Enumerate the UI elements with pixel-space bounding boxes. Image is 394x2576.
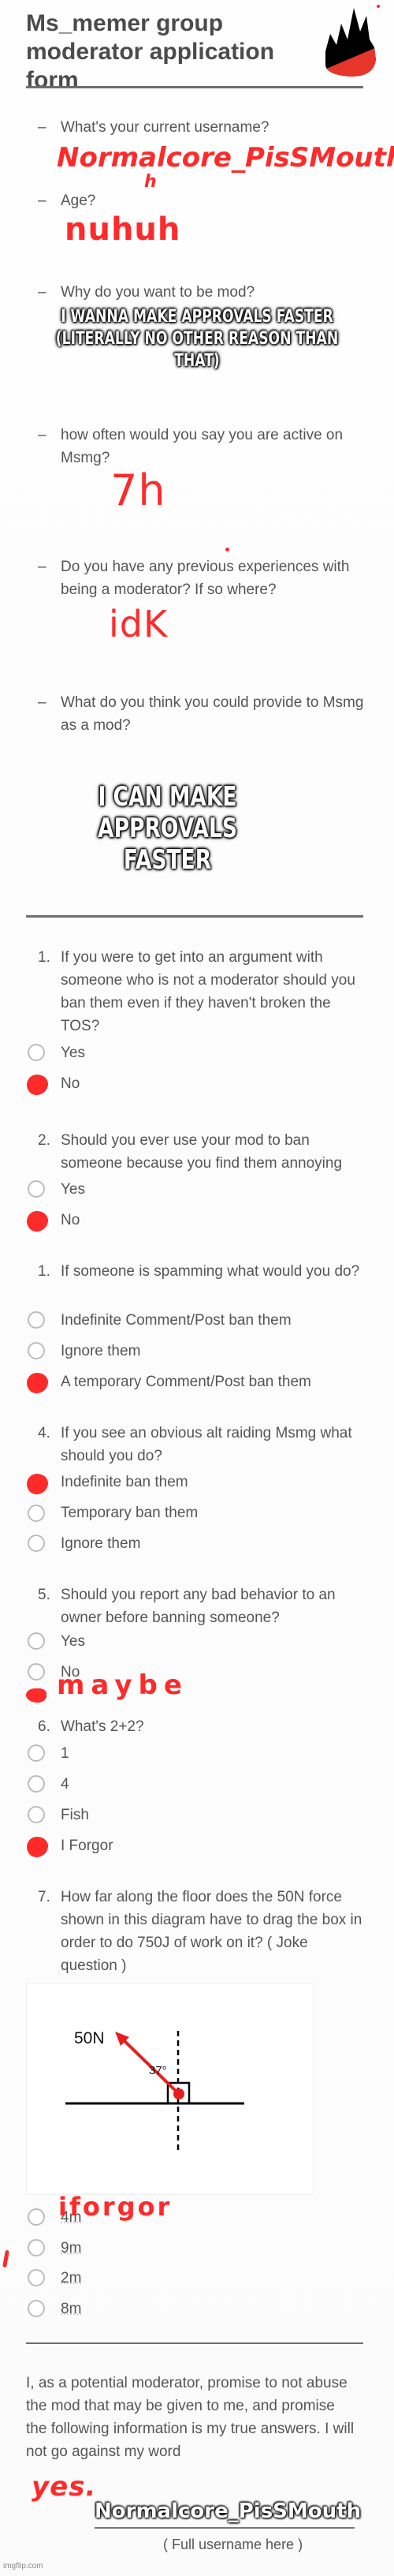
option-label[interactable]: Temporary ban them: [61, 1505, 198, 1522]
option-label[interactable]: 1: [61, 1745, 69, 1763]
bullet: –: [38, 193, 46, 209]
option-label[interactable]: Ignore them: [61, 1535, 140, 1553]
answer-provide: I CAN MAKE APPROVALS FASTER: [98, 781, 237, 876]
question-number: 7.: [38, 1889, 50, 1905]
question-report-owner: Should you report any bad behavior to an…: [61, 1587, 336, 1626]
option-label[interactable]: A temporary Comment/Post ban them: [61, 1374, 311, 1391]
option-label[interactable]: Yes: [61, 1633, 85, 1651]
question-number: 2.: [38, 1132, 50, 1149]
answer-username[interactable]: Normalcore_PisSMouth: [57, 142, 394, 174]
answer-activity[interactable]: 7h: [110, 465, 166, 515]
radio-no[interactable]: [27, 1211, 48, 1232]
signature-line: [95, 2527, 355, 2529]
flame-logo-icon: [325, 5, 380, 77]
bullet: –: [38, 284, 46, 301]
force-diagram-svg: 50N 37°: [65, 2029, 244, 2153]
radio-option[interactable]: [28, 2269, 45, 2286]
radio-option[interactable]: [28, 1505, 45, 1522]
bullet: –: [38, 119, 46, 136]
angle-label: 37°: [149, 2064, 167, 2077]
radio-option[interactable]: [28, 1744, 45, 1762]
question-number: 4.: [38, 1425, 50, 1441]
question-why-mod: Why do you want to be mod?: [61, 284, 255, 301]
divider: [26, 2342, 363, 2344]
bullet: –: [38, 427, 46, 443]
question-username: What's your current username?: [61, 119, 269, 136]
radio-option[interactable]: [28, 1535, 45, 1552]
handwritten-answer-maybe[interactable]: maybe: [57, 1669, 188, 1701]
option-label[interactable]: Indefinite Comment/Post ban them: [61, 1312, 292, 1329]
radio-option[interactable]: [28, 2208, 45, 2226]
radio-option[interactable]: [28, 2300, 45, 2317]
radio-option[interactable]: [28, 1342, 45, 1359]
handwritten-radio-scribble: [26, 1688, 46, 1703]
question-physics: How far along the floor does the 50N for…: [61, 1889, 362, 1974]
stray-dot: [225, 548, 229, 551]
force-diagram: 50N 37°: [26, 1983, 314, 2195]
radio-option[interactable]: [28, 1311, 45, 1329]
radio-option-selected[interactable]: [27, 1373, 48, 1393]
form-title: Ms_memer group moderator application for…: [26, 10, 275, 93]
option-label[interactable]: 2m: [61, 2270, 81, 2287]
divider: [26, 86, 363, 88]
question-number: 1.: [38, 1263, 50, 1280]
question-number: 1.: [38, 949, 50, 966]
question-argument-ban: If you were to get into an argument with…: [61, 949, 355, 1034]
radio-no[interactable]: [28, 1663, 45, 1681]
option-label[interactable]: No: [61, 1212, 80, 1229]
watermark: imgflip.com: [3, 2562, 43, 2570]
question-math: What's 2+2?: [61, 1718, 144, 1735]
pledge-answer[interactable]: yes.: [32, 2471, 96, 2503]
question-experience: Do you have any previous experiences wit…: [61, 559, 350, 598]
radio-option-selected[interactable]: [27, 1474, 48, 1494]
question-alt-raiding: If you see an obvious alt raiding Msmg w…: [61, 1425, 352, 1464]
force-origin-dot: [173, 2088, 184, 2099]
question-spamming: If someone is spamming what would you do…: [61, 1263, 360, 1280]
answer-why-mod: I WANNA MAKE APPROVALS FASTER (LITERALLY…: [55, 307, 339, 371]
pledge-text: I, as a potential moderator, promise to …: [26, 2375, 355, 2460]
radio-yes[interactable]: [28, 1632, 45, 1650]
question-age: Age?: [61, 193, 96, 209]
radio-option[interactable]: [28, 2239, 45, 2256]
option-label[interactable]: No: [61, 1075, 80, 1093]
divider: [26, 915, 363, 918]
stray-mark: [2, 2249, 9, 2268]
signature[interactable]: Normalcore_PisSMouth: [95, 2499, 361, 2523]
option-label[interactable]: Yes: [61, 1045, 85, 1062]
radio-yes[interactable]: [28, 1044, 45, 1061]
force-label: 50N: [74, 2029, 105, 2047]
option-label[interactable]: 9m: [61, 2240, 81, 2257]
radio-no[interactable]: [27, 1075, 48, 1095]
bullet: –: [38, 559, 46, 575]
option-label[interactable]: I Forgor: [61, 1838, 113, 1855]
question-annoying-ban: Should you ever use your mod to ban some…: [61, 1132, 343, 1172]
option-label[interactable]: Fish: [61, 1807, 89, 1824]
question-provide: What do you think you could provide to M…: [61, 694, 364, 734]
option-label[interactable]: Ignore them: [61, 1343, 140, 1360]
option-label[interactable]: 8m: [61, 2301, 81, 2318]
radio-yes[interactable]: [28, 1180, 45, 1198]
handwritten-answer-iforgor[interactable]: iforgor: [58, 2192, 172, 2222]
radio-option[interactable]: [28, 1806, 45, 1823]
question-number: 5.: [38, 1587, 50, 1603]
bullet: –: [38, 694, 46, 711]
answer-experience[interactable]: idK: [109, 603, 168, 645]
signature-caption: ( Full username here ): [163, 2537, 303, 2552]
question-activity: how often would you say you are active o…: [61, 427, 344, 466]
radio-option[interactable]: [28, 1775, 45, 1793]
question-number: 6.: [38, 1718, 50, 1735]
radio-option-selected[interactable]: [27, 1837, 48, 1857]
option-label[interactable]: Yes: [61, 1181, 85, 1198]
option-label[interactable]: 4: [61, 1776, 69, 1793]
answer-age[interactable]: nuhuh: [65, 211, 180, 248]
option-label[interactable]: Indefinite ban them: [61, 1474, 188, 1491]
